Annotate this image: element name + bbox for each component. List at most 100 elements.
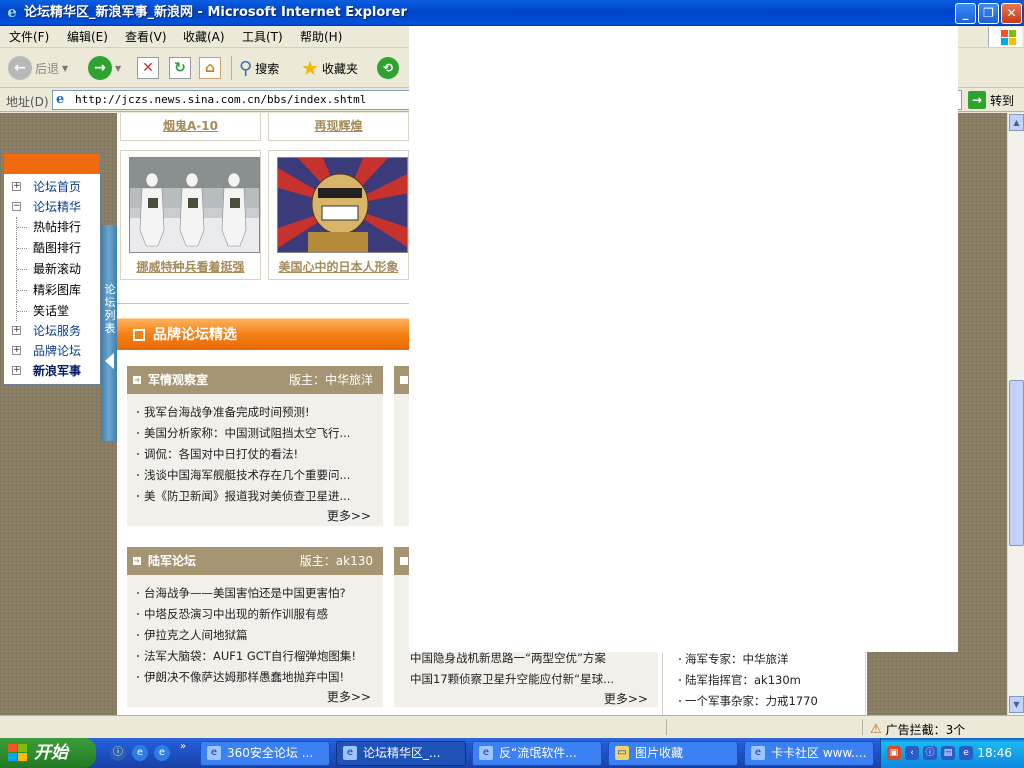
forum-list-tab-label: 论坛列表 xyxy=(104,283,116,335)
more-link[interactable]: 更多>> xyxy=(604,691,648,707)
address-label: 地址(D) xyxy=(6,95,49,109)
ie-task-icon: e xyxy=(751,746,765,760)
minimize-button[interactable]: _ xyxy=(955,3,976,24)
forum-list-toggle[interactable]: 论坛列表 xyxy=(101,225,117,441)
popup-blocker-status[interactable]: ⚠ 广告拦截：3个 xyxy=(870,721,965,738)
expert-link[interactable]: 一个军事杂家：力戒1770 xyxy=(679,691,818,712)
refresh-button[interactable]: ↻ xyxy=(169,56,191,80)
title-bar[interactable]: e 论坛精华区_新浪军事_新浪网 - Microsoft Internet Ex… xyxy=(0,0,1024,26)
post-link[interactable]: 伊拉克之人间地狱篇 xyxy=(137,625,377,646)
tree-connector xyxy=(16,217,27,237)
post-list: 台海战争——美国害怕还是中国更害怕? 中塔反恐演习中出现的新作训服有感 伊拉克之… xyxy=(137,583,377,688)
ie-task-icon: e xyxy=(207,746,221,760)
post-link[interactable]: 中国17颗侦察卫星升空能应付新“星球... xyxy=(410,669,614,690)
forward-button[interactable]: → ▼ xyxy=(88,56,121,80)
task-anti-malware[interactable]: e 反“流氓软件... xyxy=(472,741,602,766)
menu-favorites[interactable]: 收藏(A) xyxy=(183,30,225,44)
go-arrow-icon: → xyxy=(968,91,986,109)
favorites-label: 收藏夹 xyxy=(321,61,358,76)
task-picture-folder[interactable]: ▭ 图片收藏 xyxy=(608,741,738,766)
home-button[interactable]: ⌂ xyxy=(199,56,221,80)
task-forum-digest[interactable]: e 论坛精华区_... xyxy=(336,741,466,766)
post-link[interactable]: 浅谈中国海军舰艇技术存在几个重要问... xyxy=(137,465,377,486)
task-label: 论坛精华区_... xyxy=(363,746,441,760)
start-button[interactable]: 开始 xyxy=(0,738,96,768)
tray-app-icon[interactable]: ▣ xyxy=(887,746,901,760)
expand-icon[interactable]: + xyxy=(12,366,21,375)
scroll-down-button[interactable]: ▼ xyxy=(1009,696,1024,713)
quicklaunch-security-icon[interactable]: ⓘ xyxy=(110,745,126,761)
search-button[interactable]: ⚲ 搜索 xyxy=(239,56,279,80)
start-label: 开始 xyxy=(34,743,68,763)
nav-label: 论坛服务 xyxy=(33,324,82,338)
gallery-card[interactable]: 挪威特种兵看着挺强 xyxy=(120,150,261,280)
toolbar-separator xyxy=(231,56,232,80)
panel-header: ➔ 陆军论坛 版主：ak130 xyxy=(127,547,383,575)
tray-ie-icon[interactable]: e xyxy=(959,746,973,760)
gallery-top-link[interactable]: 烟鬼A-10 xyxy=(120,113,261,141)
status-separator xyxy=(862,719,863,735)
menu-view[interactable]: 查看(V) xyxy=(125,30,167,44)
menu-file[interactable]: 文件(F) xyxy=(9,30,49,44)
expand-icon[interactable]: + xyxy=(12,346,21,355)
vertical-scrollbar[interactable]: ▲ ▼ xyxy=(1007,113,1024,715)
stop-button[interactable]: ✕ xyxy=(137,56,159,80)
tray-security-icon[interactable]: ⓘ xyxy=(923,746,937,760)
post-link[interactable]: 美《防卫新闻》报道我对美侦查卫星进... xyxy=(137,486,377,507)
blocker-icon: ⚠ xyxy=(870,722,882,737)
more-link[interactable]: 更多>> xyxy=(327,508,371,524)
quicklaunch-ie-icon[interactable]: e xyxy=(132,745,148,761)
post-link[interactable]: 伊朗决不像萨达姆那样愚蠢地抛弃中国! xyxy=(137,667,377,688)
panel-title[interactable]: 军情观察室 xyxy=(148,372,208,388)
close-button[interactable]: ✕ xyxy=(1001,3,1022,24)
arrow-bullet-icon xyxy=(400,376,408,384)
expert-link[interactable]: 陆军指挥官：ak130m xyxy=(679,670,801,691)
status-separator xyxy=(666,719,667,735)
nav-label: 论坛首页 xyxy=(33,180,82,194)
gallery-card[interactable]: 美国心中的日本人形象 xyxy=(268,150,409,280)
status-bar: ⚠ 广告拦截：3个 xyxy=(0,715,1024,738)
post-link[interactable]: 我军台海战争准备完成时间预测! xyxy=(137,402,377,423)
expand-icon[interactable]: + xyxy=(12,182,21,191)
forum-panel-army: ➔ 陆军论坛 版主：ak130 台海战争——美国害怕还是中国更害怕? 中塔反恐演… xyxy=(127,547,383,707)
task-label: 反“流氓软件... xyxy=(499,746,577,760)
menu-help[interactable]: 帮助(H) xyxy=(300,30,342,44)
back-button[interactable]: ← 后退 ▼ xyxy=(8,56,68,80)
tray-arrow-icon[interactable]: ‹ xyxy=(905,746,919,760)
caricature-image[interactable] xyxy=(277,157,408,253)
gallery-top-link[interactable]: 再现辉煌 xyxy=(268,113,409,141)
post-link[interactable]: 调侃：各国对中日打仗的看法! xyxy=(137,444,377,465)
expand-icon[interactable]: + xyxy=(12,326,21,335)
tray-network-icon[interactable]: ▤ xyxy=(941,746,955,760)
post-link[interactable]: 法军大脑袋：AUF1 GCT自行榴弹炮图集! xyxy=(137,646,377,667)
ie-task-icon: e xyxy=(479,746,493,760)
go-button[interactable]: → 转到 xyxy=(968,91,1014,109)
quicklaunch-more-icon[interactable]: » xyxy=(180,741,186,752)
nav-label: 酷图排行 xyxy=(33,241,82,255)
nav-label: 热帖排行 xyxy=(33,220,82,234)
task-360-forum[interactable]: e 360安全论坛 ... xyxy=(200,741,330,766)
expert-link[interactable]: 海军专家：中华旅洋 xyxy=(679,649,789,670)
menu-tools[interactable]: 工具(T) xyxy=(242,30,283,44)
gallery-caption[interactable]: 美国心中的日本人形象 xyxy=(269,257,408,277)
gallery-caption[interactable]: 挪威特种兵看着挺强 xyxy=(121,257,260,277)
scroll-up-button[interactable]: ▲ xyxy=(1009,114,1024,131)
post-link[interactable]: 美国分析家称：中国测试阻挡太空飞行... xyxy=(137,423,377,444)
more-link[interactable]: 更多>> xyxy=(327,689,371,705)
soldiers-photo[interactable] xyxy=(129,157,260,253)
history-button[interactable]: ⟲ xyxy=(377,56,399,80)
post-link[interactable]: 台海战争——美国害怕还是中国更害怕? xyxy=(137,583,377,604)
favorites-button[interactable]: ★ 收藏夹 xyxy=(301,56,358,80)
quicklaunch-browser-icon[interactable]: e xyxy=(154,745,170,761)
menu-edit[interactable]: 编辑(E) xyxy=(67,30,108,44)
collapse-icon[interactable]: − xyxy=(12,202,21,211)
restore-button[interactable]: ❐ xyxy=(978,3,999,24)
task-kaka-community[interactable]: e 卡卡社区 www.... xyxy=(744,741,874,766)
collapse-left-icon[interactable] xyxy=(105,353,114,369)
scroll-thumb[interactable] xyxy=(1009,380,1024,546)
tree-connector xyxy=(16,280,27,300)
panel-title[interactable]: 陆军论坛 xyxy=(148,553,196,569)
arrow-bullet-icon: ➔ xyxy=(133,376,141,384)
post-link[interactable]: 中塔反恐演习中出现的新作训服有感 xyxy=(137,604,377,625)
section-bullet-icon xyxy=(133,329,145,341)
